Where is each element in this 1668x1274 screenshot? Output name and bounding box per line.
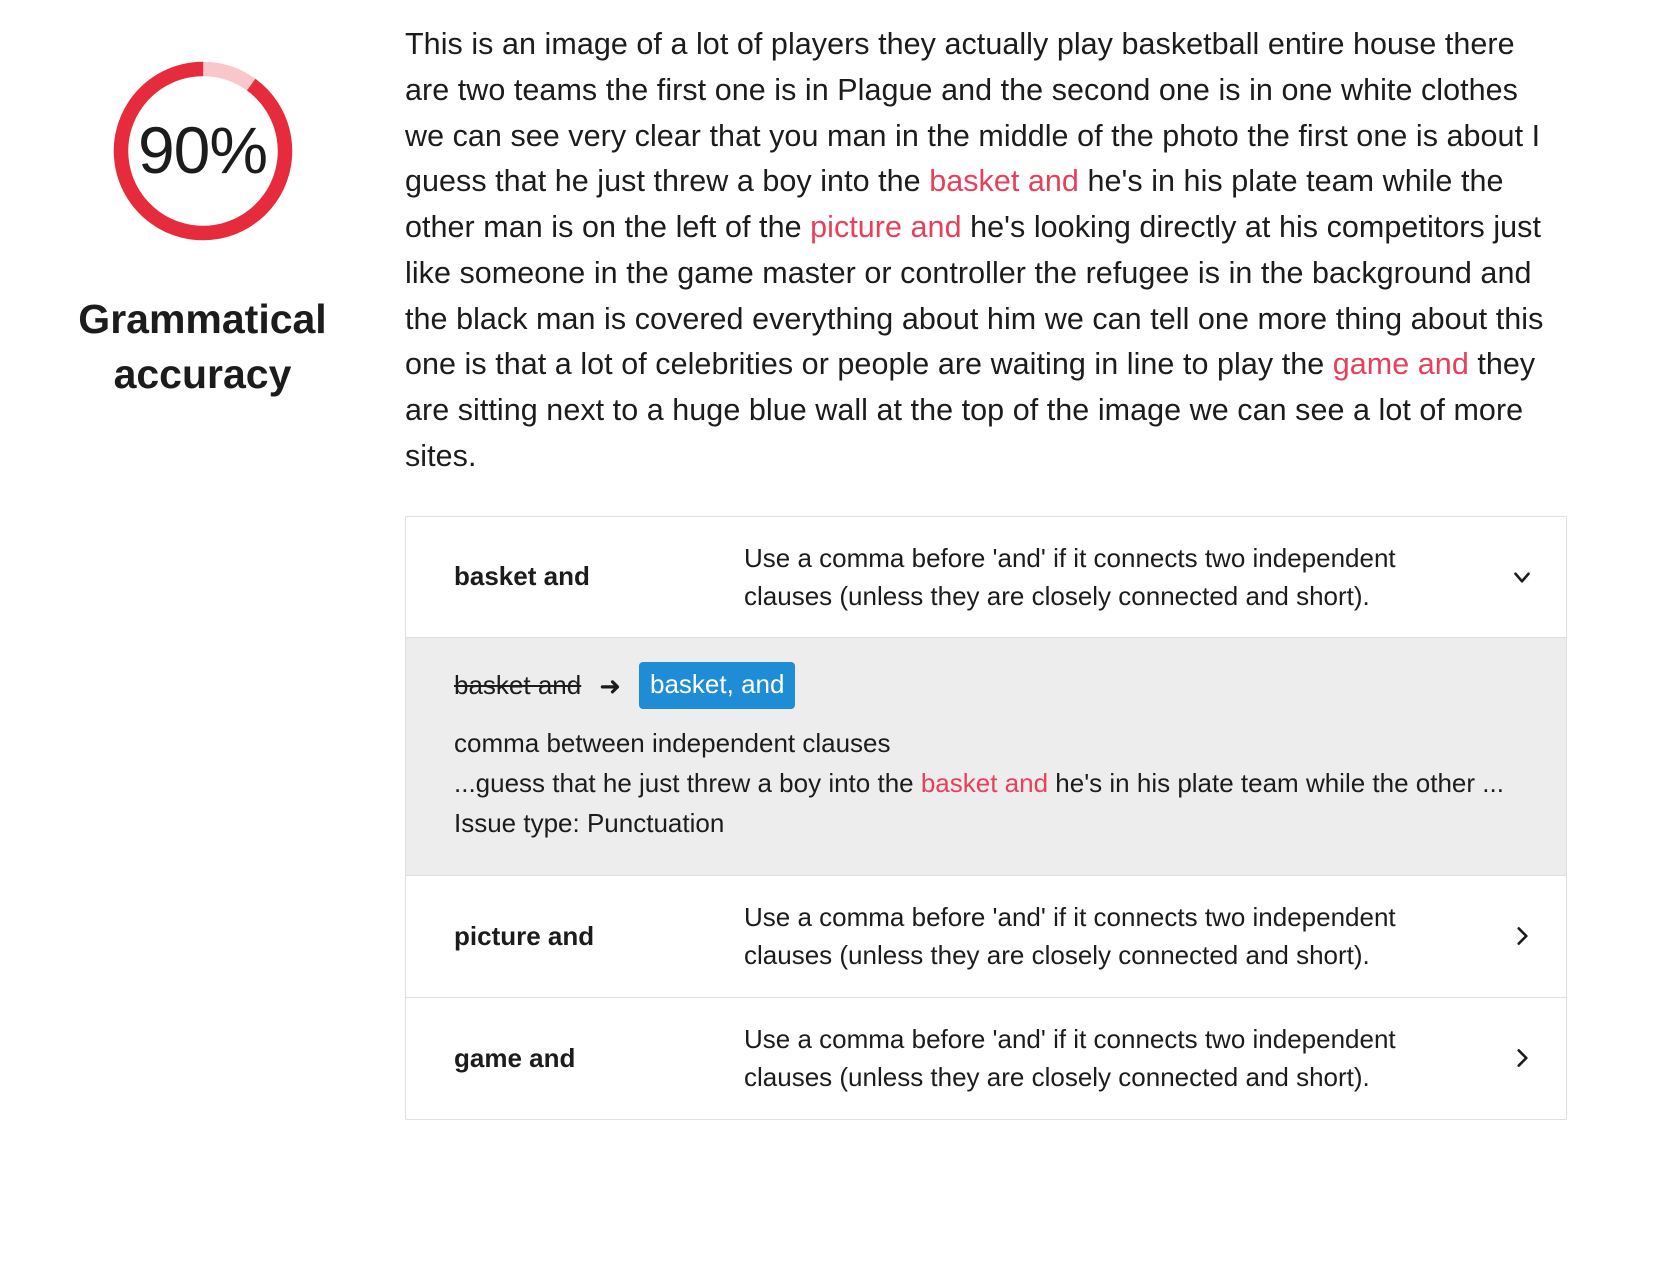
- suggestion-original-text: basket and: [454, 670, 582, 701]
- grammatical-accuracy-panel: 90% Grammatical accuracy: [0, 0, 405, 402]
- chevron-right-icon[interactable]: [1478, 923, 1566, 949]
- issue-term: game and: [454, 1042, 576, 1073]
- summary-issue-highlight: picture and: [810, 210, 962, 244]
- context-highlight: basket and: [920, 767, 1049, 798]
- suggestion-change: basket and ➜ basket, and: [454, 662, 1518, 709]
- issues-table: basket and Use a comma before 'and' if it…: [405, 515, 1567, 1120]
- issue-type-label: Issue type: Punctuation: [454, 807, 725, 838]
- issue-detail-panel: basket and ➜ basket, and comma between inde…: [406, 638, 1566, 876]
- context-prefix: ...guess that he just threw a boy into t…: [454, 767, 921, 798]
- suggestion-replacement-badge[interactable]: basket, and: [639, 662, 796, 709]
- summary-paragraph: This is an image of a lot of players the…: [405, 22, 1565, 480]
- arrow-right-icon: ➜: [599, 670, 622, 701]
- accuracy-percent-value: 90%: [137, 113, 268, 187]
- issue-row[interactable]: game and Use a comma before 'and' if it c…: [406, 998, 1566, 1119]
- accuracy-title: Grammatical accuracy: [78, 296, 327, 397]
- summary-issue-highlight: basket and: [929, 164, 1079, 199]
- report-content: This is an image of a lot of players the…: [405, 0, 1668, 1120]
- chevron-down-icon[interactable]: [1478, 564, 1566, 590]
- suggestion-context: ...guess that he just threw a boy into t…: [454, 765, 1518, 803]
- issue-row[interactable]: picture and Use a comma before 'and' if i…: [406, 876, 1566, 998]
- context-suffix: he's in his plate team while the other .…: [1048, 767, 1504, 798]
- accuracy-gauge: 90%: [74, 22, 332, 280]
- suggestion-short-message: comma between independent clauses: [454, 727, 891, 758]
- chevron-right-icon[interactable]: [1478, 1045, 1566, 1071]
- issue-description: Use a comma before 'and' if it connects …: [744, 1023, 1396, 1093]
- issue-description: Use a comma before 'and' if it connects …: [744, 542, 1396, 611]
- summary-issue-highlight: game and: [1332, 347, 1469, 382]
- issue-description: Use a comma before 'and' if it connects …: [744, 901, 1396, 971]
- issue-term: basket and: [454, 561, 590, 592]
- issue-term: picture and: [454, 920, 595, 951]
- issue-row[interactable]: basket and Use a comma before 'and' if it…: [406, 517, 1566, 639]
- grammar-report-page: 90% Grammatical accuracy This is an imag…: [0, 0, 1668, 1274]
